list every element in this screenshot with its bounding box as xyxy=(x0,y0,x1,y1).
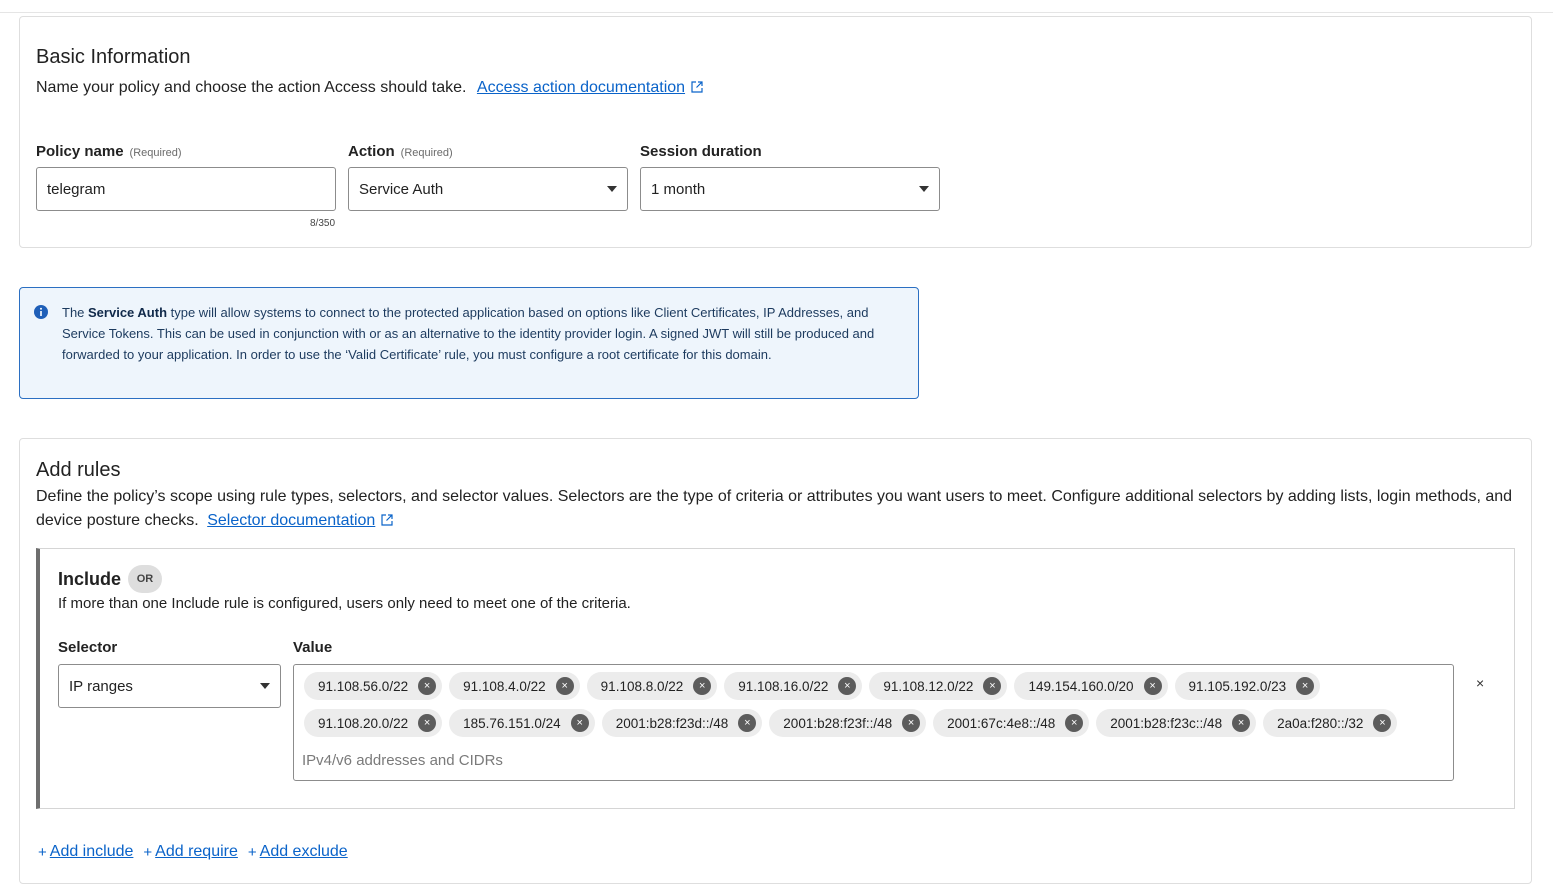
value-chip-label: 149.154.160.0/20 xyxy=(1028,678,1134,694)
policy-name-input[interactable]: telegram xyxy=(36,167,336,211)
policy-name-counter: 8/350 xyxy=(310,218,336,229)
add-exclude-link[interactable]: Add exclude xyxy=(260,843,348,861)
basic-information-description: Name your policy and choose the action A… xyxy=(36,76,703,101)
remove-chip-icon[interactable]: × xyxy=(1143,677,1162,695)
value-chip: 91.108.20.0/22 × xyxy=(304,709,443,737)
value-chip-label: 91.105.192.0/23 xyxy=(1188,678,1287,694)
value-chip: 2001:b28:f23d::/48 × xyxy=(601,709,763,737)
remove-chip-icon[interactable]: × xyxy=(838,677,857,695)
session-duration-select[interactable]: 1 month xyxy=(640,167,940,211)
remove-chip-icon[interactable]: × xyxy=(1296,677,1315,695)
value-chip: 91.108.16.0/22 × xyxy=(724,672,863,700)
basic-description-text: Name your policy and choose the action A… xyxy=(36,79,467,96)
add-rules-title: Add rules xyxy=(36,459,121,481)
value-chip-label: 2001:b28:f23c::/48 xyxy=(1110,715,1223,731)
plus-icon: + xyxy=(143,843,153,861)
value-chip-label: 185.76.151.0/24 xyxy=(463,715,561,731)
value-chip-label: 91.108.56.0/22 xyxy=(318,678,409,694)
value-chip-label: 91.108.12.0/22 xyxy=(883,678,974,694)
info-bold-text: Service Auth xyxy=(88,305,168,320)
value-multi-input[interactable]: 91.108.56.0/22 × 91.108.4.0/22 × 91.108.8.0/… xyxy=(293,664,1454,781)
plus-icon: + xyxy=(38,843,47,861)
remove-chip-icon[interactable]: × xyxy=(1065,714,1084,732)
remove-chip-icon[interactable]: × xyxy=(902,714,921,732)
service-auth-info-banner: The Service Auth type will allow systems… xyxy=(19,287,919,399)
value-chip: 2001:b28:f23c::/48 × xyxy=(1096,709,1257,737)
remove-rule-button[interactable]: × xyxy=(1476,675,1484,691)
value-label: Value xyxy=(293,639,333,656)
add-rule-links: + Add include + Add require + Add exclude xyxy=(38,843,348,861)
action-label: Action (Required) xyxy=(348,143,453,160)
external-link-icon xyxy=(691,77,703,101)
top-divider xyxy=(0,12,1553,13)
value-chip: 2a0a:f280::/32 × xyxy=(1263,709,1398,737)
value-chip: 91.108.56.0/22 × xyxy=(304,672,443,700)
basic-information-card: Basic Information Name your policy and c… xyxy=(19,16,1532,248)
remove-chip-icon[interactable]: × xyxy=(983,677,1002,695)
remove-chip-icon[interactable]: × xyxy=(693,677,712,695)
chevron-down-icon xyxy=(260,683,270,689)
plus-icon: + xyxy=(247,843,257,861)
value-chip: 91.108.12.0/22 × xyxy=(869,672,1008,700)
required-hint: (Required) xyxy=(400,147,453,159)
remove-chip-icon[interactable]: × xyxy=(1373,714,1392,732)
session-duration-value: 1 month xyxy=(651,180,706,198)
chevron-down-icon xyxy=(919,186,929,192)
selector-value: IP ranges xyxy=(69,677,133,695)
value-chip: 2001:b28:f23f::/48 × xyxy=(769,709,927,737)
remove-chip-icon[interactable]: × xyxy=(738,714,757,732)
value-chip-label: 2a0a:f280::/32 xyxy=(1277,715,1364,731)
remove-chip-icon[interactable]: × xyxy=(418,714,437,732)
value-chips: 91.108.56.0/22 × 91.108.4.0/22 × 91.108.8.0/… xyxy=(304,672,1444,737)
value-chip-label: 91.108.4.0/22 xyxy=(463,678,546,694)
basic-information-title: Basic Information xyxy=(36,46,191,68)
include-description: If more than one Include rule is configu… xyxy=(58,595,631,612)
session-duration-label: Session duration xyxy=(640,143,762,160)
or-badge: OR xyxy=(128,565,162,593)
remove-chip-icon[interactable]: × xyxy=(570,714,589,732)
policy-name-value: telegram xyxy=(47,180,106,198)
chevron-down-icon xyxy=(607,186,617,192)
remove-chip-icon[interactable]: × xyxy=(1232,714,1251,732)
policy-name-label: Policy name (Required) xyxy=(36,143,182,160)
selector-doc-link[interactable]: Selector documentation xyxy=(207,512,375,529)
include-rule-box: Include OR If more than one Include rule… xyxy=(36,548,1515,809)
selector-select[interactable]: IP ranges xyxy=(58,664,281,708)
value-input-placeholder[interactable]: IPv4/v6 addresses and CIDRs xyxy=(302,752,503,769)
value-chip: 91.105.192.0/23 × xyxy=(1174,672,1321,700)
info-text: The Service Auth type will allow systems… xyxy=(62,305,875,362)
required-hint: (Required) xyxy=(129,147,182,159)
add-include-link[interactable]: Add include xyxy=(50,843,134,861)
action-value: Service Auth xyxy=(359,180,444,198)
info-icon xyxy=(34,305,48,324)
add-rules-description: Define the policy’s scope using rule typ… xyxy=(36,485,1516,534)
action-select[interactable]: Service Auth xyxy=(348,167,628,211)
value-chip: 2001:67c:4e8::/48 × xyxy=(933,709,1090,737)
value-chip-label: 91.108.20.0/22 xyxy=(318,715,409,731)
remove-chip-icon[interactable]: × xyxy=(418,677,437,695)
include-title: Include xyxy=(58,569,122,589)
access-action-doc-link[interactable]: Access action documentation xyxy=(477,79,685,96)
value-chip-label: 2001:b28:f23d::/48 xyxy=(615,715,729,731)
add-require-link[interactable]: Add require xyxy=(155,843,238,861)
value-chip: 185.76.151.0/24 × xyxy=(449,709,595,737)
external-link-icon xyxy=(381,510,393,534)
value-chip: 149.154.160.0/20 × xyxy=(1014,672,1168,700)
value-chip-label: 2001:b28:f23f::/48 xyxy=(783,715,893,731)
value-chip: 91.108.4.0/22 × xyxy=(449,672,580,700)
value-chip-label: 91.108.16.0/22 xyxy=(738,678,829,694)
value-chip-label: 2001:67c:4e8::/48 xyxy=(947,715,1056,731)
value-chip-label: 91.108.8.0/22 xyxy=(600,678,684,694)
selector-label: Selector xyxy=(58,639,118,656)
remove-chip-icon[interactable]: × xyxy=(555,677,574,695)
value-chip: 91.108.8.0/22 × xyxy=(586,672,718,700)
